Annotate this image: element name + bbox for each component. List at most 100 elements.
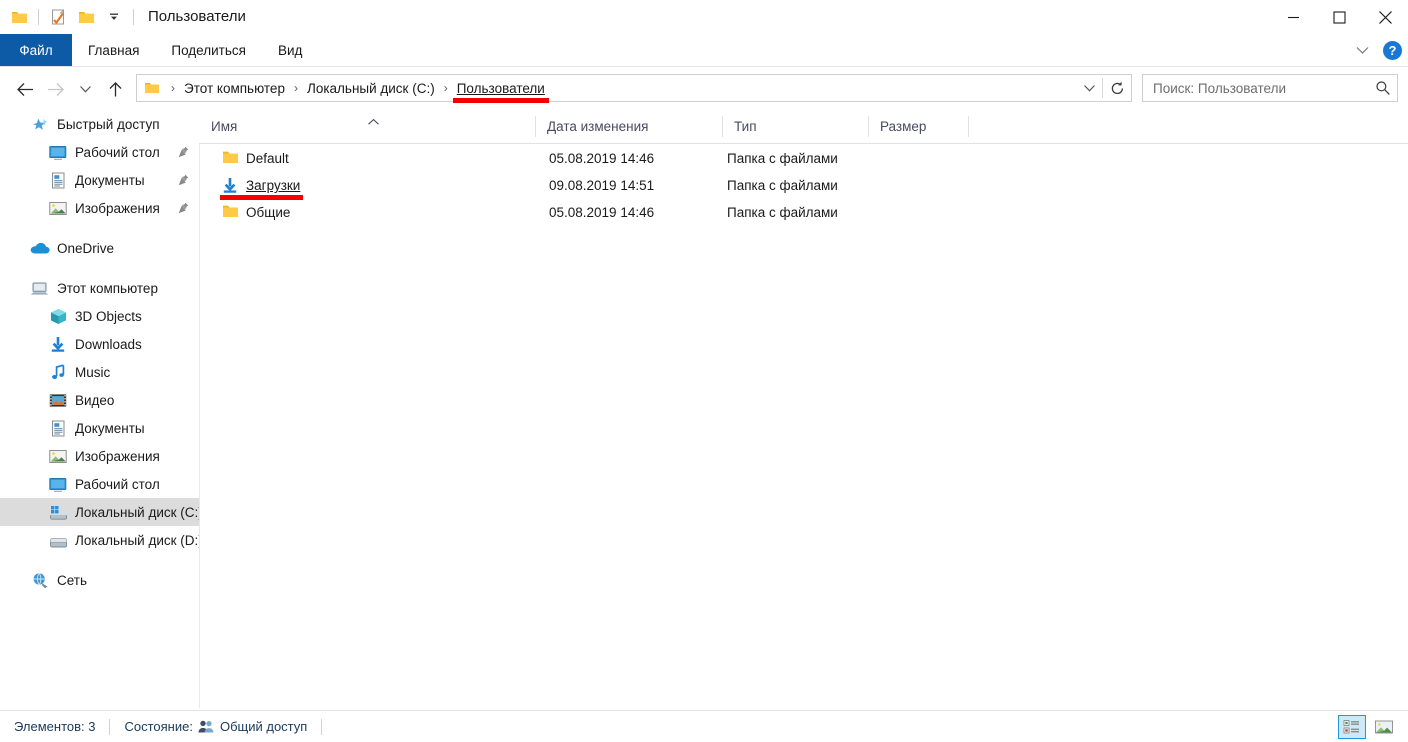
file-explorer-window: Пользователи Файл Главная Поделиться Вид…	[0, 0, 1408, 742]
sidebar-item-label: Изображения	[75, 200, 160, 216]
address-dropdown-chevron-down-icon[interactable]	[1076, 75, 1102, 101]
sidebar-item-документы[interactable]: Документы	[0, 166, 199, 194]
annotation-row-underline	[220, 195, 304, 200]
sidebar-item-music[interactable]: Music	[0, 358, 199, 386]
cell-type: Папка с файлами	[727, 205, 838, 220]
pictures-icon	[48, 198, 68, 218]
sidebar-item-изображения[interactable]: Изображения	[0, 442, 199, 470]
sidebar-item-label: Изображения	[75, 448, 160, 464]
table-row[interactable]: Загрузки 09.08.2019 14:51 Папка с файлами	[199, 172, 1408, 199]
pin-icon[interactable]	[178, 145, 189, 163]
cell-date-modified: 09.08.2019 14:51	[549, 178, 655, 193]
sidebar-item-downloads[interactable]: Downloads	[0, 330, 199, 358]
sidebar-item-3d-objects[interactable]: 3D Objects	[0, 302, 199, 330]
sidebar-item-локальный-диск-d[interactable]: Локальный диск (D:)	[0, 526, 199, 554]
cell-date-modified: 05.08.2019 14:46	[549, 151, 655, 166]
sidebar-item-документы[interactable]: Документы	[0, 414, 199, 442]
new-folder-icon[interactable]	[73, 4, 99, 30]
chevron-down-icon[interactable]	[1351, 40, 1373, 62]
column-header-type[interactable]: Тип	[722, 110, 868, 143]
breadcrumb-item-this-pc[interactable]: Этот компьютер	[182, 81, 287, 96]
sidebar-item-label: Downloads	[75, 336, 142, 352]
sidebar-item-label: Видео	[75, 392, 115, 408]
tab-home[interactable]: Главная	[72, 34, 155, 67]
search-input[interactable]: Поиск: Пользователи	[1153, 81, 1375, 96]
documents-icon	[48, 170, 68, 190]
this-pc-icon	[30, 278, 50, 298]
status-share-label: Общий доступ	[219, 719, 308, 734]
sidebar-item-label: Рабочий стол	[75, 476, 160, 492]
details-view-icon[interactable]	[1338, 715, 1366, 739]
arrow-right-icon	[40, 74, 70, 104]
recent-locations-chevron-down-icon[interactable]	[70, 74, 100, 104]
breadcrumb-separator[interactable]: ›	[287, 81, 305, 95]
cell-type: Папка с файлами	[727, 178, 838, 193]
quick-access-star-icon	[30, 114, 50, 134]
breadcrumb-item-users[interactable]: Пользователи	[455, 81, 547, 96]
sidebar-item-сеть[interactable]: Сеть	[0, 566, 199, 594]
network-icon	[30, 570, 50, 590]
title-bar: Пользователи	[0, 0, 1408, 34]
cell-name: Default	[246, 151, 289, 166]
close-icon[interactable]	[1362, 0, 1408, 34]
address-bar[interactable]: › Этот компьютер › Локальный диск (C:) ›…	[136, 74, 1132, 102]
status-bar: Элементов: 3 Состояние: Общий доступ	[0, 710, 1408, 742]
sidebar-item-label: Этот компьютер	[57, 280, 158, 296]
pin-icon[interactable]	[178, 201, 189, 219]
table-row[interactable]: Default 05.08.2019 14:46 Папка с файлами	[199, 145, 1408, 172]
sidebar-item-быстрый-доступ[interactable]: Быстрый доступ	[0, 110, 199, 138]
search-box[interactable]: Поиск: Пользователи	[1142, 74, 1398, 102]
sidebar-item-onedrive[interactable]: OneDrive	[0, 234, 199, 262]
sidebar-item-изображения[interactable]: Изображения	[0, 194, 199, 222]
arrow-up-icon[interactable]	[100, 74, 130, 104]
pin-icon[interactable]	[178, 173, 189, 191]
sidebar-item-рабочий-стол[interactable]: Рабочий стол	[0, 470, 199, 498]
folder-icon[interactable]	[6, 4, 32, 30]
arrow-left-icon[interactable]	[10, 74, 40, 104]
table-row[interactable]: Общие 05.08.2019 14:46 Папка с файлами	[199, 199, 1408, 226]
file-list[interactable]: Default 05.08.2019 14:46 Папка с файлами За…	[199, 145, 1408, 708]
sidebar-item-рабочий-стол[interactable]: Рабочий стол	[0, 138, 199, 166]
column-header-size[interactable]: Размер	[868, 110, 968, 143]
downloads-arrow-icon	[48, 334, 68, 354]
breadcrumb-separator[interactable]: ›	[164, 81, 182, 95]
tab-share[interactable]: Поделиться	[155, 34, 262, 67]
3d-objects-icon	[48, 306, 68, 326]
sidebar-item-label: Быстрый доступ	[57, 116, 160, 132]
properties-icon[interactable]	[45, 4, 71, 30]
system-drive-icon	[48, 502, 68, 522]
column-header-date-modified[interactable]: Дата изменения	[535, 110, 722, 143]
column-header-row: Имя Дата изменения Тип Размер	[199, 110, 1408, 144]
status-divider	[109, 718, 111, 735]
music-note-icon	[48, 362, 68, 382]
refresh-icon[interactable]	[1103, 75, 1131, 101]
sidebar-item-локальный-диск-c[interactable]: Локальный диск (C:)	[0, 498, 199, 526]
help-button[interactable]: ?	[1383, 41, 1402, 60]
column-divider[interactable]	[968, 116, 969, 137]
minimize-icon[interactable]	[1270, 0, 1316, 34]
sidebar-item-label: OneDrive	[57, 240, 115, 256]
quick-access-toolbar	[0, 0, 138, 34]
title-divider	[133, 9, 134, 25]
window-controls	[1270, 0, 1408, 34]
sidebar-item-этот-компьютер[interactable]: Этот компьютер	[0, 274, 199, 302]
breadcrumb: › Этот компьютер › Локальный диск (C:) ›…	[137, 75, 1076, 101]
sidebar-item-видео[interactable]: Видео	[0, 386, 199, 414]
cell-date-modified: 05.08.2019 14:46	[549, 205, 655, 220]
search-icon[interactable]	[1375, 80, 1391, 96]
large-icons-view-icon[interactable]	[1370, 715, 1398, 739]
maximize-icon[interactable]	[1316, 0, 1362, 34]
tab-file[interactable]: Файл	[0, 34, 72, 67]
cell-type: Папка с файлами	[727, 151, 838, 166]
breadcrumb-separator[interactable]: ›	[437, 81, 455, 95]
tab-view[interactable]: Вид	[262, 34, 318, 67]
navigation-pane[interactable]: Быстрый доступ Рабочий стол Документы Изобр…	[0, 110, 199, 708]
sidebar-item-label: Music	[75, 364, 111, 380]
status-item-count: Элементов: 3	[14, 719, 96, 734]
cell-name: Общие	[246, 205, 291, 220]
onedrive-cloud-icon	[30, 238, 50, 258]
customize-qat-dropdown-icon[interactable]	[101, 4, 127, 30]
breadcrumb-item-local-disk-c[interactable]: Локальный диск (C:)	[305, 81, 437, 96]
